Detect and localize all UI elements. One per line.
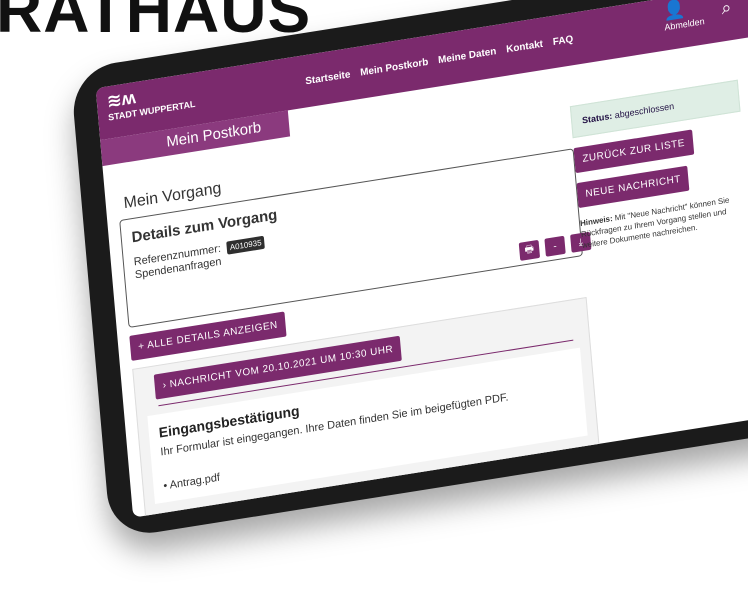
minus-button[interactable]: - bbox=[544, 235, 566, 257]
nav-kontakt[interactable]: Kontakt bbox=[506, 38, 544, 55]
chevron-right-icon: › bbox=[162, 379, 168, 392]
status-value: abgeschlossen bbox=[614, 100, 675, 121]
header-actions: 👤 Abmelden ⌕ bbox=[662, 0, 732, 32]
attachment-link[interactable]: Antrag.pdf bbox=[169, 472, 220, 492]
all-details-label: ALLE DETAILS ANZEIGEN bbox=[146, 319, 279, 352]
status-label: Status: bbox=[581, 110, 613, 126]
nav-mein-postkorb[interactable]: Mein Postkorb bbox=[360, 56, 429, 78]
tablet-screen: ≋ʍ STADT WUPPERTAL Startseite Mein Postk… bbox=[95, 0, 748, 518]
nav-faq[interactable]: FAQ bbox=[552, 33, 573, 47]
plus-icon: + bbox=[137, 340, 146, 353]
sidebar: Status: abgeschlossen ZURÜCK ZUR LISTE N… bbox=[569, 79, 748, 251]
user-icon: 👤 bbox=[662, 0, 687, 22]
page-headline: RATHAUS bbox=[0, 0, 312, 46]
main-nav: Startseite Mein Postkorb Meine Daten Kon… bbox=[305, 33, 574, 86]
logout-button[interactable]: 👤 Abmelden bbox=[662, 0, 705, 32]
minus-icon: - bbox=[552, 240, 558, 253]
nav-startseite[interactable]: Startseite bbox=[305, 69, 351, 87]
search-icon[interactable]: ⌕ bbox=[721, 0, 733, 18]
nav-meine-daten[interactable]: Meine Daten bbox=[438, 46, 497, 66]
bullet-icon: • bbox=[162, 479, 168, 493]
print-icon: 🖶 bbox=[524, 243, 535, 256]
main-content: Mein Vorgang Details zum Vorgang Referen… bbox=[117, 124, 600, 517]
tablet-frame: ≋ʍ STADT WUPPERTAL Startseite Mein Postk… bbox=[70, 0, 748, 540]
new-message-button[interactable]: NEUE NACHRICHT bbox=[576, 165, 690, 209]
print-button[interactable]: 🖶 bbox=[518, 239, 541, 261]
request-type: Spendenanfragen bbox=[134, 255, 222, 282]
